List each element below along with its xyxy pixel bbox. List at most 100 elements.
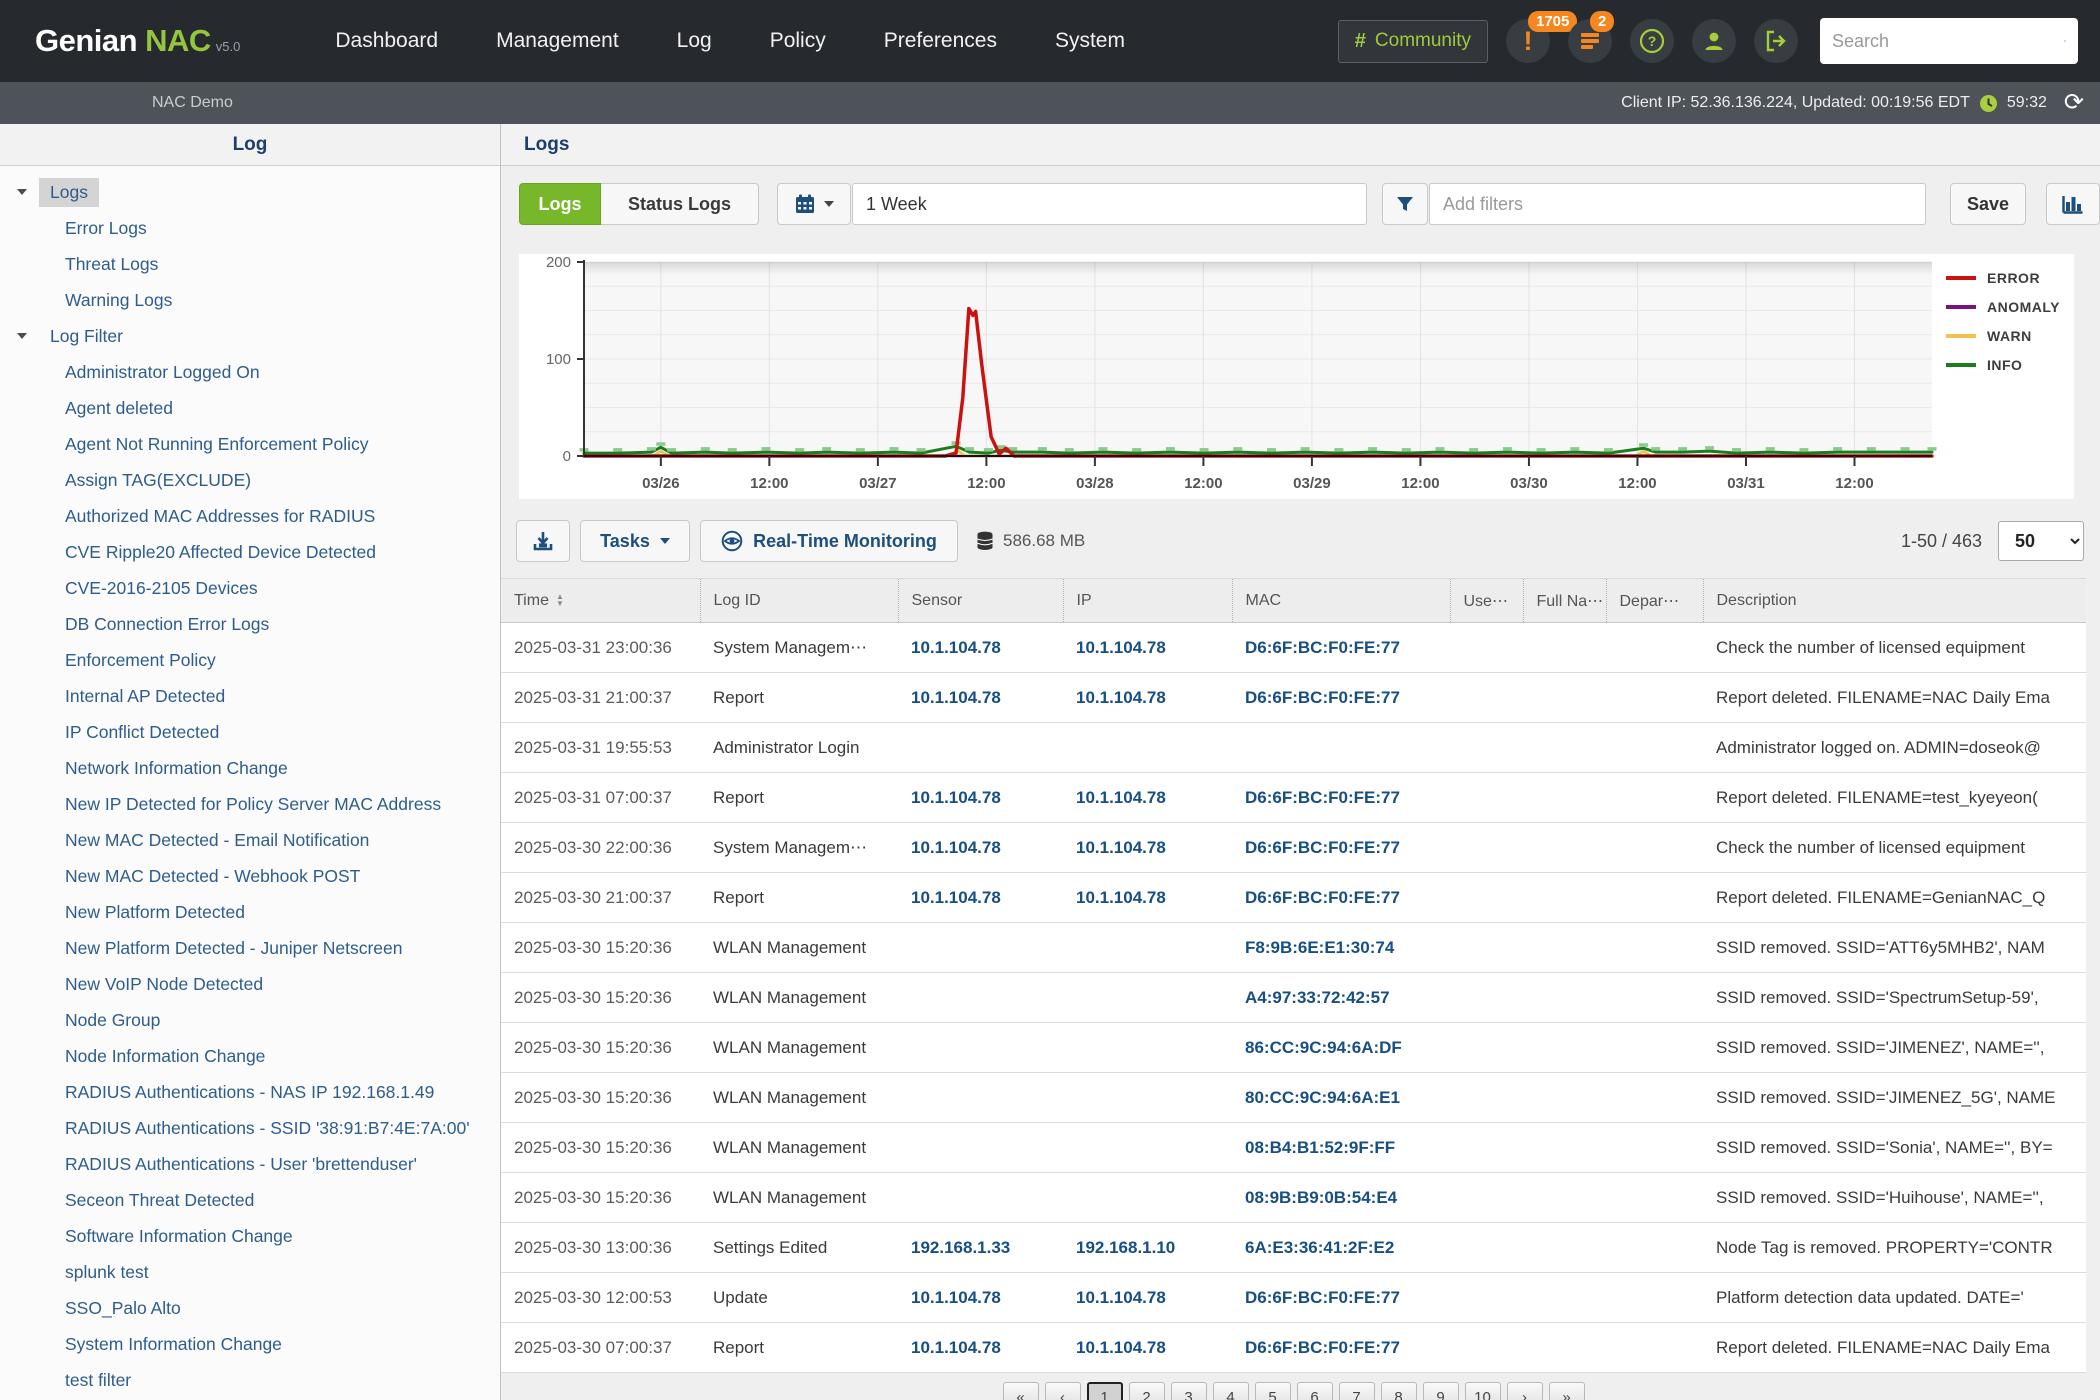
export-button[interactable] [516, 520, 570, 562]
page-button-1[interactable]: « [1003, 1382, 1039, 1400]
tree-item-system-information-change[interactable]: System Information Change [0, 1326, 500, 1362]
tree-item-splunk-test[interactable]: splunk test [0, 1254, 500, 1290]
page-button-5[interactable]: 3 [1171, 1382, 1207, 1400]
nav-item-dashboard[interactable]: Dashboard [335, 29, 438, 53]
tree-item-new-platform-detected-juniper-netscreen[interactable]: New Platform Detected - Juniper Netscree… [0, 930, 500, 966]
tree-item-seceon-threat-detected[interactable]: Seceon Threat Detected [0, 1182, 500, 1218]
filter-button[interactable] [1382, 183, 1428, 225]
column-header-time[interactable]: Time▲▼ [501, 579, 700, 623]
column-header-ip[interactable]: IP [1063, 579, 1232, 623]
tree-item-new-platform-detected[interactable]: New Platform Detected [0, 894, 500, 930]
cell-ip[interactable]: 10.1.104.78 [1063, 823, 1232, 873]
sort-icon[interactable]: ▲▼ [556, 593, 564, 607]
caret-down-icon[interactable] [17, 333, 27, 339]
tree-item-threat-logs[interactable]: Threat Logs [0, 246, 500, 282]
realtime-monitoring-button[interactable]: Real-Time Monitoring [700, 520, 958, 562]
page-button-2[interactable]: ‹ [1045, 1382, 1081, 1400]
tree-group-logs[interactable]: Logs [0, 174, 500, 210]
cell-mac[interactable]: D6:6F:BC:F0:FE:77 [1232, 1323, 1450, 1373]
tree-item-network-information-change[interactable]: Network Information Change [0, 750, 500, 786]
community-button[interactable]: # Community [1338, 20, 1488, 63]
tree-item-new-mac-detected-email-notification[interactable]: New MAC Detected - Email Notification [0, 822, 500, 858]
add-filters-input[interactable] [1429, 183, 1926, 225]
cell-mac[interactable]: F8:9B:6E:E1:30:74 [1232, 923, 1450, 973]
account-button[interactable] [1692, 19, 1736, 63]
page-button-6[interactable]: 4 [1213, 1382, 1249, 1400]
tree-item-administrator-logged-on[interactable]: Administrator Logged On [0, 354, 500, 390]
tree-item-enforcement-policy[interactable]: Enforcement Policy [0, 642, 500, 678]
tree-item-agent-not-running-enforcement-policy[interactable]: Agent Not Running Enforcement Policy [0, 426, 500, 462]
page-button-12[interactable]: 10 [1465, 1382, 1501, 1400]
tree-item-sso-palo-alto[interactable]: SSO_Palo Alto [0, 1290, 500, 1326]
tasks-button[interactable]: Tasks [580, 520, 690, 562]
cell-mac[interactable]: 08:9B:B9:0B:54:E4 [1232, 1173, 1450, 1223]
page-button-11[interactable]: 9 [1423, 1382, 1459, 1400]
column-header-department[interactable]: Depar⋯ [1606, 579, 1703, 623]
caret-down-icon[interactable] [17, 189, 27, 195]
nav-item-management[interactable]: Management [496, 29, 619, 53]
tree-item-new-ip-detected-for-policy-server-mac-address[interactable]: New IP Detected for Policy Server MAC Ad… [0, 786, 500, 822]
nav-item-log[interactable]: Log [677, 29, 712, 53]
tree-group-log-filter[interactable]: Log Filter [0, 318, 500, 354]
cell-ip[interactable]: 10.1.104.78 [1063, 1323, 1232, 1373]
cell-sensor[interactable]: 192.168.1.33 [898, 1223, 1063, 1273]
page-button-4[interactable]: 2 [1129, 1382, 1165, 1400]
column-header-description[interactable]: Description [1703, 579, 2086, 623]
search-icon[interactable] [2064, 29, 2066, 53]
cell-sensor[interactable]: 10.1.104.78 [898, 1323, 1063, 1373]
column-header-log_id[interactable]: Log ID [700, 579, 898, 623]
cell-sensor[interactable]: 10.1.104.78 [898, 1273, 1063, 1323]
cell-mac[interactable]: 6A:E3:36:41:2F:E2 [1232, 1223, 1450, 1273]
tree-item-radius-authentications-user-brettenduser[interactable]: RADIUS Authentications - User 'brettendu… [0, 1146, 500, 1182]
cell-sensor[interactable]: 10.1.104.78 [898, 873, 1063, 923]
tree-item-error-logs[interactable]: Error Logs [0, 210, 500, 246]
cell-ip[interactable]: 10.1.104.78 [1063, 623, 1232, 673]
cell-mac[interactable]: A4:97:33:72:42:57 [1232, 973, 1450, 1023]
cell-mac[interactable]: 86:CC:9C:94:6A:DF [1232, 1023, 1450, 1073]
tree-item-internal-ap-detected[interactable]: Internal AP Detected [0, 678, 500, 714]
search-input[interactable] [1832, 31, 2064, 52]
cell-mac[interactable]: D6:6F:BC:F0:FE:77 [1232, 1273, 1450, 1323]
cell-sensor[interactable]: 10.1.104.78 [898, 823, 1063, 873]
page-button-7[interactable]: 5 [1255, 1382, 1291, 1400]
column-header-sensor[interactable]: Sensor [898, 579, 1063, 623]
logout-button[interactable] [1754, 19, 1798, 63]
cell-sensor[interactable]: 10.1.104.78 [898, 673, 1063, 723]
cell-ip[interactable]: 10.1.104.78 [1063, 1273, 1232, 1323]
tree-item-software-information-change[interactable]: Software Information Change [0, 1218, 500, 1254]
column-header-user[interactable]: Use⋯ [1450, 579, 1523, 623]
cell-mac[interactable]: D6:6F:BC:F0:FE:77 [1232, 673, 1450, 723]
tree-item-assign-tag-exclude[interactable]: Assign TAG(EXCLUDE) [0, 462, 500, 498]
cell-sensor[interactable]: 10.1.104.78 [898, 773, 1063, 823]
page-button-10[interactable]: 8 [1381, 1382, 1417, 1400]
cell-ip[interactable]: 10.1.104.78 [1063, 873, 1232, 923]
tree-item-new-mac-detected-webhook-post[interactable]: New MAC Detected - Webhook POST [0, 858, 500, 894]
nav-item-preferences[interactable]: Preferences [884, 29, 997, 53]
cell-ip[interactable]: 192.168.1.10 [1063, 1223, 1232, 1273]
page-button-14[interactable]: » [1549, 1382, 1585, 1400]
tree-item-node-group[interactable]: Node Group [0, 1002, 500, 1038]
page-button-8[interactable]: 6 [1297, 1382, 1333, 1400]
help-button[interactable]: ? [1630, 19, 1674, 63]
tree-item-db-connection-error-logs[interactable]: DB Connection Error Logs [0, 606, 500, 642]
tree-item-ip-conflict-detected[interactable]: IP Conflict Detected [0, 714, 500, 750]
cell-mac[interactable]: 80:CC:9C:94:6A:E1 [1232, 1073, 1450, 1123]
logs-tab-button[interactable]: Logs [519, 183, 601, 225]
page-button-3[interactable]: 1 [1087, 1382, 1123, 1400]
column-header-full_name[interactable]: Full Na⋯ [1523, 579, 1606, 623]
cell-ip[interactable]: 10.1.104.78 [1063, 773, 1232, 823]
cell-mac[interactable]: D6:6F:BC:F0:FE:77 [1232, 873, 1450, 923]
page-size-select[interactable]: 50 [1998, 521, 2084, 561]
nav-item-system[interactable]: System [1055, 29, 1125, 53]
tree-item-new-voip-node-detected[interactable]: New VoIP Node Detected [0, 966, 500, 1002]
nav-item-policy[interactable]: Policy [770, 29, 826, 53]
cell-mac[interactable]: D6:6F:BC:F0:FE:77 [1232, 773, 1450, 823]
tree-item-cve-2016-2105-devices[interactable]: CVE-2016-2105 Devices [0, 570, 500, 606]
tree-item-authorized-mac-addresses-for-radius[interactable]: Authorized MAC Addresses for RADIUS [0, 498, 500, 534]
page-button-9[interactable]: 7 [1339, 1382, 1375, 1400]
save-button[interactable]: Save [1950, 183, 2026, 225]
date-range-button[interactable] [777, 183, 851, 225]
tree-item-radius-authentications-ssid-38-91-b7-4e-7a-00[interactable]: RADIUS Authentications - SSID '38:91:B7:… [0, 1110, 500, 1146]
cell-mac[interactable]: D6:6F:BC:F0:FE:77 [1232, 823, 1450, 873]
tree-item-warning-logs[interactable]: Warning Logs [0, 282, 500, 318]
